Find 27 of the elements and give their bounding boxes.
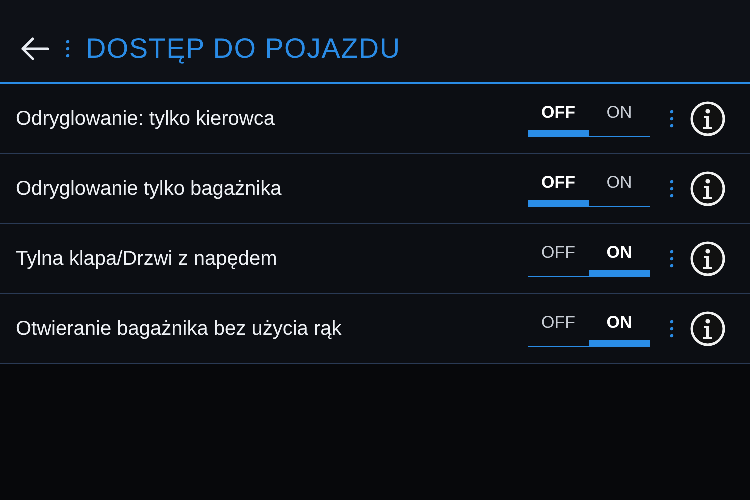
info-icon[interactable] — [690, 240, 726, 276]
on-label: ON — [606, 312, 632, 334]
info-icon[interactable] — [690, 170, 726, 206]
more-icon[interactable] — [670, 250, 674, 268]
on-label: ON — [606, 242, 632, 264]
on-off-toggle[interactable]: OFF ON — [528, 310, 650, 347]
page-title: DOSTĘP DO POJAZDU — [86, 32, 401, 66]
more-icon[interactable] — [670, 110, 674, 128]
on-label: ON — [606, 102, 632, 124]
off-label: OFF — [542, 102, 576, 124]
more-icon[interactable] — [66, 40, 70, 58]
info-icon[interactable] — [690, 100, 726, 136]
back-arrow-icon[interactable] — [20, 37, 50, 61]
off-label: OFF — [542, 172, 576, 194]
setting-label: Odryglowanie tylko bagażnika — [16, 176, 283, 202]
setting-label: Tylna klapa/Drzwi z napędem — [16, 246, 278, 272]
more-icon[interactable] — [670, 180, 674, 198]
on-label: ON — [606, 172, 632, 194]
on-off-toggle[interactable]: OFF ON — [528, 240, 650, 277]
on-off-toggle[interactable]: OFF ON — [528, 100, 650, 137]
more-icon[interactable] — [670, 320, 674, 338]
off-label: OFF — [542, 242, 576, 264]
setting-label: Odryglowanie: tylko kierowca — [16, 106, 276, 132]
on-off-toggle[interactable]: OFF ON — [528, 170, 650, 207]
info-icon[interactable] — [690, 310, 726, 346]
off-label: OFF — [542, 312, 576, 334]
setting-label: Otwieranie bagażnika bez użycia rąk — [16, 316, 343, 342]
